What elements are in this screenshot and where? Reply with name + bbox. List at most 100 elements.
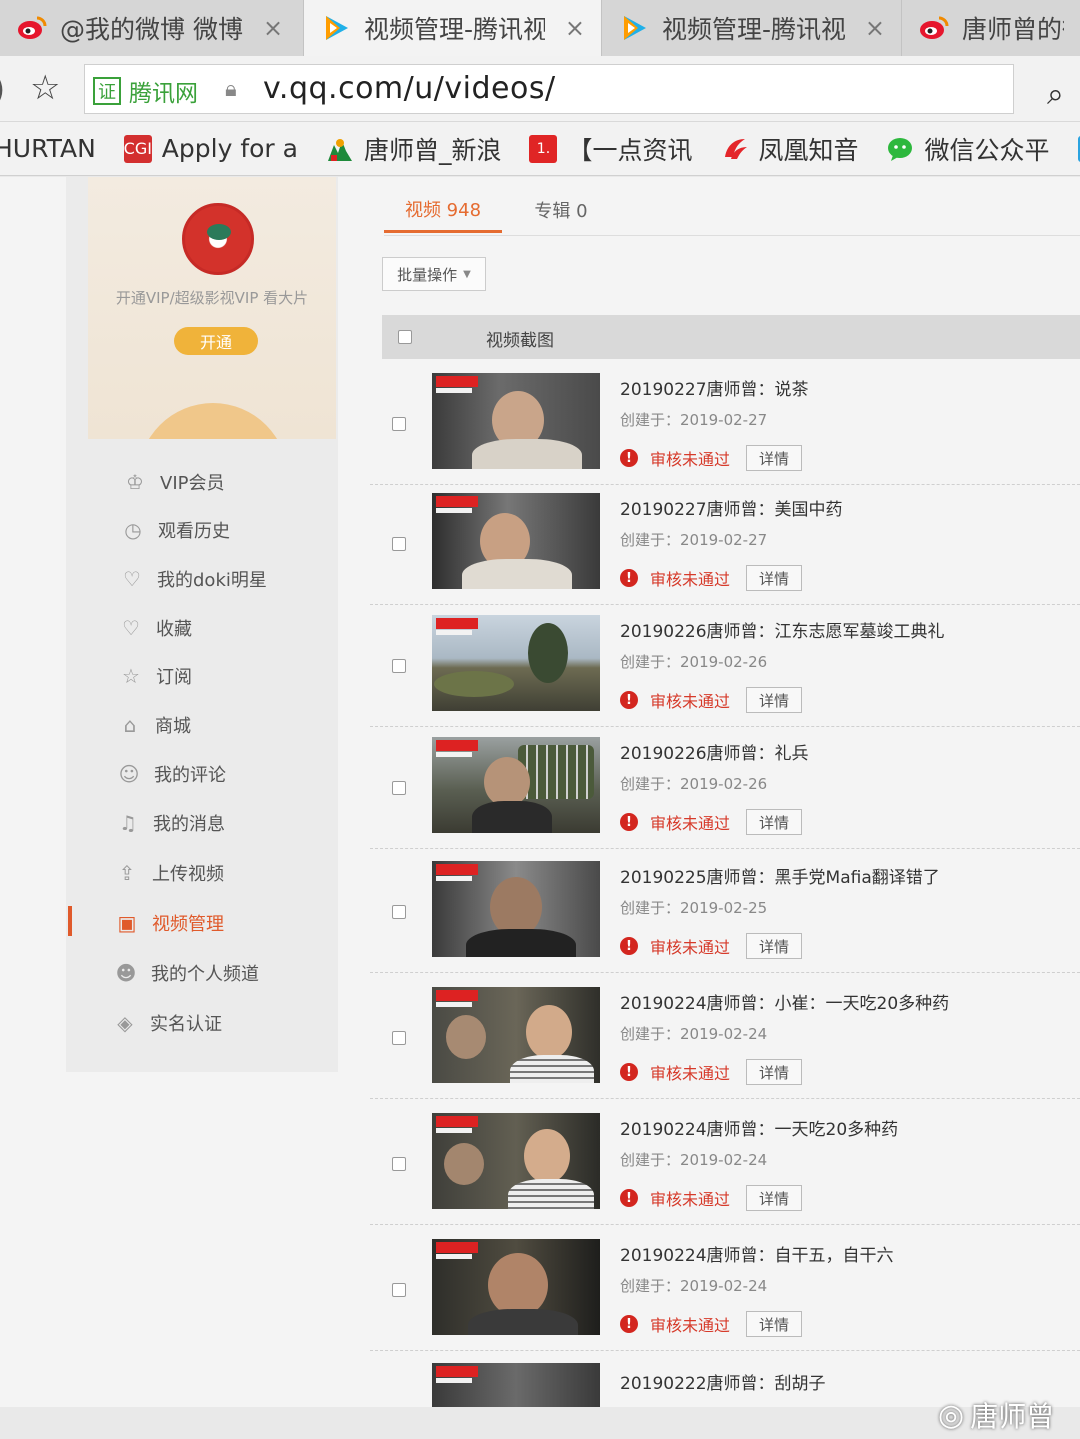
sidebar-item-messages[interactable]: ♫ 我的消息 (115, 805, 225, 841)
sidebar-item-subscriptions[interactable]: ☆ 订阅 (118, 658, 192, 694)
browser-tab[interactable]: @我的微博 微博 × (0, 0, 304, 56)
close-icon[interactable]: × (565, 14, 585, 42)
browser-tab[interactable]: 唐师曾的微 (902, 0, 1080, 56)
video-created-date: 创建于：2019-02-26 (620, 775, 768, 793)
bookmark-item[interactable]: 微信公众平 (887, 131, 1050, 167)
video-title[interactable]: 20190227唐师曾：说茶 (620, 375, 809, 400)
sidebar-item-shop[interactable]: ⌂ 商城 (117, 707, 191, 743)
sidebar-item-upload[interactable]: ⇪ 上传视频 (114, 855, 224, 891)
tab-albums[interactable]: 专辑 0 (502, 187, 620, 233)
sidebar-item-history[interactable]: ◷ 观看历史 (120, 512, 230, 548)
browser-tab[interactable]: 视频管理-腾讯视 × (602, 0, 902, 56)
row-checkbox[interactable] (392, 1157, 406, 1171)
row-checkbox[interactable] (392, 659, 406, 673)
review-status: ! 审核未通过 详情 (620, 1311, 803, 1337)
detail-button[interactable]: 详情 (746, 445, 803, 471)
row-checkbox[interactable] (392, 905, 406, 919)
video-title[interactable]: 20190224唐师曾：自干五，自干六 (620, 1241, 894, 1266)
row-checkbox[interactable] (392, 417, 406, 431)
upload-icon: ⇪ (118, 861, 136, 885)
video-thumbnail[interactable] (432, 987, 600, 1083)
close-icon[interactable]: × (263, 14, 283, 42)
back-arrow-icon[interactable]: ) (0, 70, 5, 110)
channel-logo-sub (436, 388, 472, 393)
avatar[interactable] (182, 203, 254, 275)
video-thumbnail[interactable] (432, 1363, 600, 1407)
sidebar-item-video-management[interactable]: ▣ 视频管理 (114, 905, 224, 941)
review-status: ! 审核未通过 详情 (620, 565, 803, 591)
bookmark-label: Apply for a (161, 134, 298, 163)
row-checkbox[interactable] (392, 781, 406, 795)
thumbnail-face (484, 757, 530, 807)
channel-logo-sub (436, 752, 472, 757)
table-row: 20190224唐师曾：自干五，自干六 创建于：2019-02-24 ! 审核未… (370, 1231, 1080, 1351)
open-vip-button[interactable]: 开通 (174, 327, 258, 355)
select-all-checkbox[interactable] (398, 330, 412, 344)
vip-card: 开通VIP/超级影视VIP 看大片 开通 (88, 177, 336, 439)
sidebar-item-vip[interactable]: ♔ VIP会员 (122, 464, 224, 500)
detail-button[interactable]: 详情 (746, 1059, 803, 1085)
channel-logo (436, 1366, 478, 1377)
cert-icon: 证 (93, 77, 121, 105)
tab-videos[interactable]: 视频 948 (384, 187, 502, 233)
video-thumbnail[interactable] (432, 1113, 600, 1209)
row-checkbox[interactable] (392, 1283, 406, 1297)
bookmark-item[interactable]: HURTAN (0, 134, 96, 163)
row-checkbox[interactable] (392, 1031, 406, 1045)
detail-button[interactable]: 详情 (746, 1185, 803, 1211)
bookmark-item[interactable]: 唐师曾_新浪 (326, 131, 501, 167)
video-created-date: 创建于：2019-02-26 (620, 653, 768, 671)
close-icon[interactable]: × (865, 14, 885, 42)
video-thumbnail[interactable] (432, 615, 600, 711)
url-box[interactable]: 证 腾讯网 🔒︎ v.qq.com/u/videos/ ⌕ ϟ (84, 64, 1064, 114)
status-text: 审核未通过 (650, 1064, 731, 1083)
video-thumbnail[interactable] (432, 1239, 600, 1335)
bookmark-item[interactable]: 凤凰知音 (721, 131, 859, 167)
bookmark-item[interactable]: 1. 【一点资讯 (529, 131, 693, 167)
status-text: 审核未通过 (650, 1316, 731, 1335)
warning-icon: ! (620, 1315, 638, 1333)
table-row: 20190226唐师曾：江东志愿军墓竣工典礼 创建于：2019-02-26 ! … (370, 607, 1080, 727)
bookmark-item[interactable]: CGI Apply for a (124, 134, 298, 163)
video-title[interactable]: 20190222唐师曾：刮胡子 (620, 1369, 826, 1394)
channel-logo-sub (436, 1254, 472, 1259)
video-created-date: 创建于：2019-02-24 (620, 1025, 768, 1043)
video-title[interactable]: 20190227唐师曾：美国中药 (620, 495, 843, 520)
sidebar-item-label: 上传视频 (152, 864, 224, 885)
sidebar-item-favorites[interactable]: ♡ 收藏 (118, 610, 192, 646)
batch-operation-button[interactable]: 批量操作 ▼ (382, 257, 486, 291)
thumbnail-mound (434, 671, 514, 697)
video-title[interactable]: 20190224唐师曾：小崔：一天吃20多种药 (620, 989, 949, 1014)
certificate-badge[interactable]: 证 腾讯网 (93, 74, 198, 108)
detail-button[interactable]: 详情 (746, 687, 803, 713)
detail-button[interactable]: 详情 (746, 809, 803, 835)
favorite-icon: ♡ (122, 616, 140, 640)
review-status: ! 审核未通过 详情 (620, 687, 803, 713)
video-thumbnail[interactable] (432, 373, 600, 469)
url-text[interactable]: v.qq.com/u/videos/ (263, 71, 556, 106)
detail-button[interactable]: 详情 (746, 933, 803, 959)
bookmark-star-icon[interactable]: ☆ (30, 68, 60, 108)
detail-button[interactable]: 详情 (746, 565, 803, 591)
vip-promo-text: 开通VIP/超级影视VIP 看大片 (115, 289, 309, 307)
video-title[interactable]: 20190224唐师曾：一天吃20多种药 (620, 1115, 898, 1140)
video-thumbnail[interactable] (432, 861, 600, 957)
insecure-lock-icon[interactable]: 🔒︎ (225, 77, 237, 102)
sidebar-item-label: 我的个人频道 (151, 964, 259, 985)
sidebar-item-doki[interactable]: ♡ 我的doki明星 (119, 561, 267, 597)
video-title[interactable]: 20190226唐师曾：礼兵 (620, 739, 809, 764)
sidebar-item-verification[interactable]: ◈ 实名认证 (112, 1005, 222, 1041)
browser-tab-active[interactable]: 视频管理-腾讯视 × (304, 0, 602, 56)
bookmark-label: HURTAN (0, 134, 96, 163)
row-checkbox[interactable] (392, 537, 406, 551)
search-icon[interactable]: ⌕ (1047, 77, 1064, 112)
detail-button[interactable]: 详情 (746, 1311, 803, 1337)
thumbnail-body (508, 1179, 594, 1209)
sidebar-item-channel[interactable]: ☻ 我的个人频道 (113, 955, 259, 991)
video-title[interactable]: 20190225唐师曾：黑手党Mafia翻译错了 (620, 863, 940, 888)
video-title[interactable]: 20190226唐师曾：江东志愿军墓竣工典礼 (620, 617, 945, 642)
video-thumbnail[interactable] (432, 493, 600, 589)
folder-icon: ▣ (117, 911, 137, 935)
video-thumbnail[interactable] (432, 737, 600, 833)
sidebar-item-comments[interactable]: ☺ 我的评论 (116, 756, 226, 792)
